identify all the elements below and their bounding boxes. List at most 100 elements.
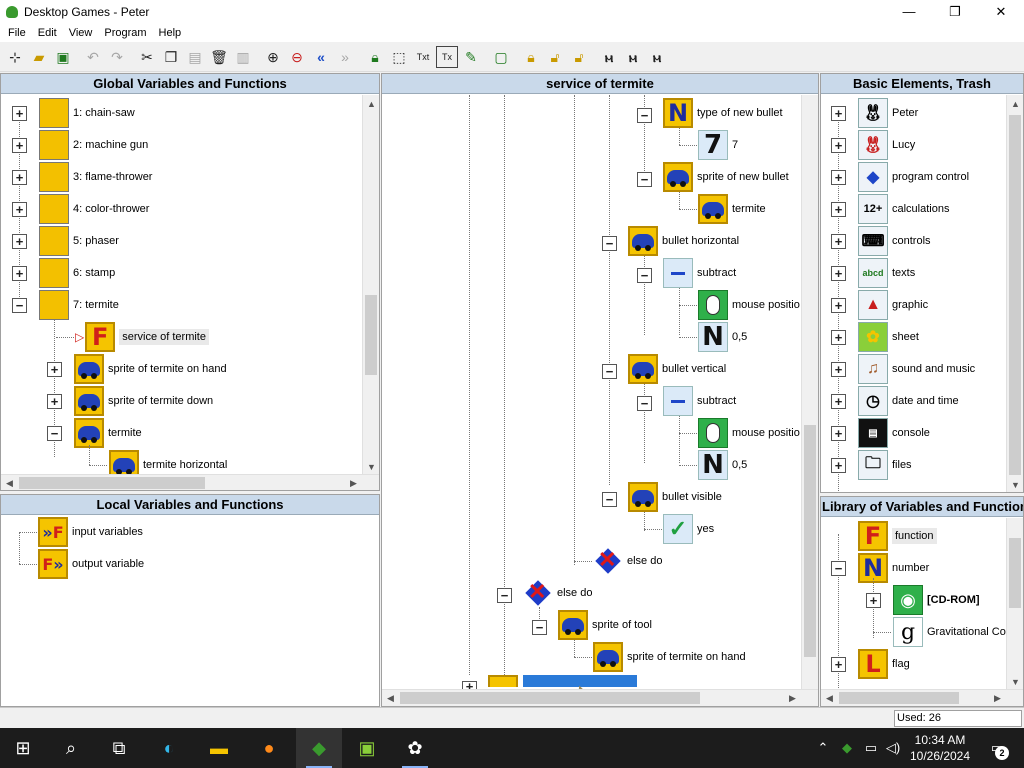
find-replace-icon[interactable]: ⲙ bbox=[646, 46, 668, 68]
tree-item[interactable]: ◉ [CD-ROM] bbox=[893, 584, 980, 616]
tree-item[interactable]: 6: stamp bbox=[39, 257, 115, 289]
frame-icon[interactable]: ⬚ bbox=[388, 46, 410, 68]
volume-icon[interactable]: ◁) bbox=[882, 728, 904, 768]
tree-item[interactable]: 🐰︎ Peter bbox=[858, 97, 918, 129]
expand-toggle[interactable]: + bbox=[831, 657, 846, 672]
clear-icon[interactable]: ▥ bbox=[232, 46, 254, 68]
tree-node[interactable]: termite bbox=[698, 193, 766, 225]
tree-item[interactable]: » F input variables bbox=[38, 516, 143, 548]
collapse-toggle[interactable]: − bbox=[602, 492, 617, 507]
find-next-icon[interactable]: ⲙ bbox=[622, 46, 644, 68]
search-icon[interactable]: ⌕ bbox=[48, 728, 94, 768]
expand-toggle[interactable]: + bbox=[47, 362, 62, 377]
tree-node[interactable]: ✓ yes bbox=[663, 513, 714, 545]
editor-icon[interactable]: ▣ bbox=[344, 728, 390, 768]
tree-item[interactable]: ▤ console bbox=[858, 417, 930, 449]
tree-node[interactable]: mouse positio bbox=[698, 417, 800, 449]
edge-icon[interactable]: ◐ bbox=[146, 728, 192, 768]
collapse-toggle[interactable]: − bbox=[12, 298, 27, 313]
collapse-toggle[interactable]: − bbox=[637, 172, 652, 187]
tree-node[interactable]: N type of new bullet bbox=[663, 97, 783, 129]
scroll-down-icon[interactable]: ▼ bbox=[1007, 673, 1023, 690]
expand-toggle[interactable]: + bbox=[831, 298, 846, 313]
expand-toggle[interactable]: + bbox=[831, 266, 846, 281]
tree-node[interactable]: bullet vertical bbox=[628, 353, 726, 385]
close-button[interactable]: ✕ bbox=[978, 0, 1024, 23]
tree-item[interactable]: 1: chain-saw bbox=[39, 97, 135, 129]
scroll-down-icon[interactable]: ▼ bbox=[1007, 476, 1023, 492]
expand-toggle[interactable]: + bbox=[12, 202, 27, 217]
tree-item[interactable]: ✿ sheet bbox=[858, 321, 919, 353]
tree-item[interactable]: 2: machine gun bbox=[39, 129, 148, 161]
scroll-right-icon[interactable]: ▶ bbox=[784, 690, 801, 706]
binoculars-icon[interactable]: ⲙ bbox=[598, 46, 620, 68]
undo-icon[interactable]: ↶ bbox=[82, 46, 104, 68]
horizontal-scrollbar[interactable]: ◀ ▶ bbox=[821, 689, 1023, 706]
expand-toggle[interactable]: + bbox=[12, 170, 27, 185]
expand-right-icon[interactable]: » bbox=[334, 46, 356, 68]
expand-toggle[interactable]: + bbox=[831, 458, 846, 473]
tree-item[interactable]: ⌨︎ controls bbox=[858, 225, 931, 257]
tree-node[interactable]: N 0,5 bbox=[698, 449, 747, 481]
tree-item[interactable]: ◆ program control bbox=[858, 161, 969, 193]
tree-item[interactable]: 3: flame-thrower bbox=[39, 161, 152, 193]
expand-toggle[interactable]: + bbox=[831, 362, 846, 377]
expand-toggle[interactable]: + bbox=[12, 106, 27, 121]
lock-yellow-1-icon[interactable]: 🔒︎ bbox=[520, 46, 542, 68]
desktop-games-icon[interactable]: ◆ bbox=[296, 728, 342, 768]
tree-node[interactable]: sprite of tool bbox=[558, 609, 652, 641]
scroll-left-icon[interactable]: ◀ bbox=[382, 690, 399, 706]
expand-toggle[interactable]: + bbox=[831, 202, 846, 217]
scroll-up-icon[interactable]: ▲ bbox=[1007, 95, 1023, 112]
tree-node[interactable]: N 0,5 bbox=[698, 321, 747, 353]
clock[interactable]: 10:34 AM 10/26/2024 bbox=[905, 732, 975, 764]
tree-item[interactable]: 🗀︎ files bbox=[858, 449, 912, 481]
start-icon[interactable]: ⊞ bbox=[0, 728, 46, 768]
scroll-right-icon[interactable]: ▶ bbox=[989, 690, 1006, 706]
tree-item-selected[interactable]: ▷ F service of termite bbox=[75, 321, 209, 353]
expand-toggle[interactable]: + bbox=[866, 593, 881, 608]
scroll-up-icon[interactable]: ▲ bbox=[363, 95, 379, 112]
save-icon[interactable]: ▣ bbox=[52, 46, 74, 68]
redo-icon[interactable]: ↷ bbox=[106, 46, 128, 68]
tree-node[interactable]: sprite of termite on hand bbox=[593, 641, 746, 673]
expand-toggle[interactable]: + bbox=[831, 394, 846, 409]
lock-icon[interactable]: 🔒︎ bbox=[364, 46, 386, 68]
collapse-toggle[interactable]: − bbox=[831, 561, 846, 576]
zoom-out-icon[interactable]: ⊖ bbox=[286, 46, 308, 68]
scroll-thumb[interactable] bbox=[839, 692, 959, 704]
paste-icon[interactable]: ▤ bbox=[184, 46, 206, 68]
tree-item[interactable]: N number bbox=[858, 552, 929, 584]
collapse-toggle[interactable]: − bbox=[497, 588, 512, 603]
vertical-scrollbar[interactable]: ▼ bbox=[1006, 518, 1023, 690]
menu-file[interactable]: File bbox=[2, 27, 32, 39]
task-view-icon[interactable]: ⧉ bbox=[96, 728, 142, 768]
firefox-icon[interactable]: ● bbox=[246, 728, 292, 768]
scroll-thumb[interactable] bbox=[1009, 115, 1021, 475]
tree-node[interactable]: 7 7 bbox=[698, 129, 738, 161]
collapse-left-icon[interactable]: « bbox=[310, 46, 332, 68]
scroll-thumb[interactable] bbox=[19, 477, 205, 489]
tree-node[interactable]: else do bbox=[523, 577, 592, 609]
tree-item[interactable]: ▲ graphic bbox=[858, 289, 928, 321]
vertical-scrollbar[interactable] bbox=[801, 95, 818, 691]
scroll-thumb[interactable] bbox=[804, 425, 816, 657]
vertical-scrollbar[interactable]: ▲ ▼ bbox=[362, 95, 379, 475]
tree-node[interactable]: subtract bbox=[663, 257, 736, 289]
tree-node[interactable]: bullet visible bbox=[628, 481, 722, 513]
scroll-thumb[interactable] bbox=[1009, 538, 1021, 608]
file-explorer-icon[interactable]: ▬ bbox=[196, 728, 242, 768]
tree-node[interactable]: bullet horizontal bbox=[628, 225, 739, 257]
text-tool-icon[interactable]: Txt bbox=[412, 46, 434, 68]
tree-icon[interactable]: ⊹ bbox=[4, 46, 26, 68]
menu-edit[interactable]: Edit bbox=[32, 27, 63, 39]
tree-node[interactable]: mouse positio bbox=[698, 289, 800, 321]
window-icon[interactable]: ▢ bbox=[490, 46, 512, 68]
expand-toggle[interactable]: + bbox=[12, 138, 27, 153]
expand-toggle[interactable]: + bbox=[831, 234, 846, 249]
collapse-toggle[interactable]: − bbox=[47, 426, 62, 441]
tree-item[interactable]: termite bbox=[74, 417, 142, 449]
horizontal-scrollbar[interactable]: ◀ ▶ bbox=[1, 474, 379, 490]
collapse-toggle[interactable]: − bbox=[602, 364, 617, 379]
edit-image-icon[interactable]: ✎ bbox=[460, 46, 482, 68]
